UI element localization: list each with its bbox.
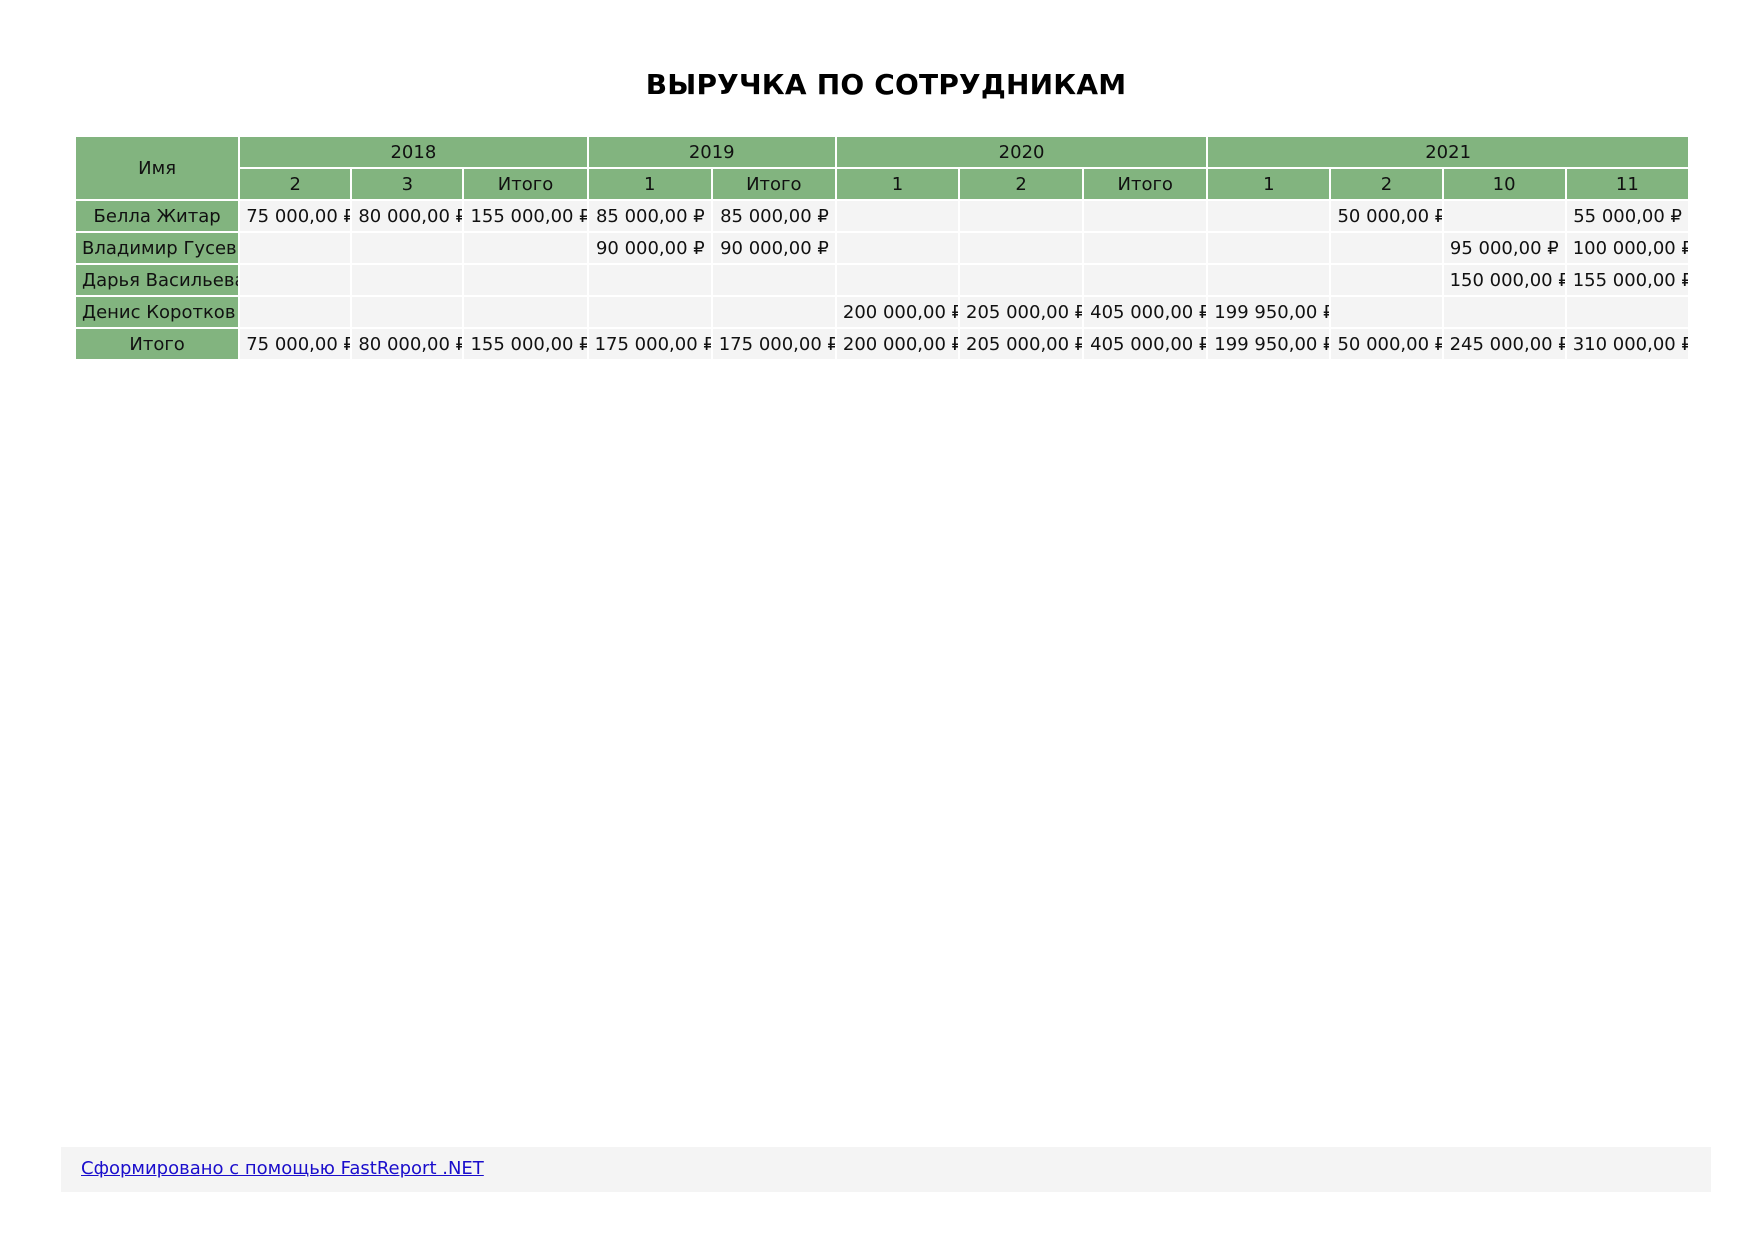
- value-cell: [464, 297, 587, 327]
- total-cell: 80 000,00 ₽: [352, 329, 463, 359]
- total-cell: 50 000,00 ₽: [1331, 329, 1442, 359]
- total-cell: 405 000,00 ₽: [1084, 329, 1207, 359]
- total-cell: 205 000,00 ₽: [960, 329, 1083, 359]
- value-cell: [712, 265, 835, 295]
- value-cell: [1331, 233, 1442, 263]
- report-title: ВЫРУЧКА ПО СОТРУДНИКАМ: [645, 68, 1127, 101]
- sub-header: Итого: [712, 169, 835, 199]
- value-cell: [1331, 297, 1442, 327]
- footer-bar: Сформировано с помощью FastReport .NET: [61, 1147, 1711, 1192]
- revenue-table: Имя 2018 2019 2020 2021 2 3 Итого 1 Итог…: [74, 135, 1690, 361]
- total-cell: 75 000,00 ₽: [240, 329, 351, 359]
- sub-header: 3: [352, 169, 463, 199]
- name-column-header: Имя: [76, 137, 239, 199]
- value-cell: 90 000,00 ₽: [588, 233, 711, 263]
- value-cell: 150 000,00 ₽: [1443, 265, 1565, 295]
- year-header-row: Имя 2018 2019 2020 2021: [76, 137, 1688, 199]
- sub-header: 2: [1331, 169, 1442, 199]
- year-header-2020: 2020: [836, 137, 1207, 167]
- employee-name: Владимир Гусев: [76, 233, 239, 263]
- value-cell: 155 000,00 ₽: [464, 201, 587, 231]
- sub-header: 1: [836, 169, 959, 199]
- value-cell: 205 000,00 ₽: [960, 297, 1083, 327]
- total-cell: 245 000,00 ₽: [1443, 329, 1565, 359]
- value-cell: [836, 201, 959, 231]
- value-cell: [1566, 297, 1688, 327]
- year-header-2019: 2019: [588, 137, 835, 167]
- value-cell: [240, 265, 351, 295]
- value-cell: [1084, 233, 1207, 263]
- value-cell: 55 000,00 ₽: [1566, 201, 1688, 231]
- value-cell: [352, 265, 463, 295]
- value-cell: [1084, 201, 1207, 231]
- employee-name: Денис Коротков: [76, 297, 239, 327]
- value-cell: [240, 297, 351, 327]
- value-cell: [588, 297, 711, 327]
- value-cell: 405 000,00 ₽: [1084, 297, 1207, 327]
- sub-header: Итого: [464, 169, 587, 199]
- total-label: Итого: [76, 329, 239, 359]
- table-row: Денис Коротков 200 000,00 ₽ 205 000,00 ₽…: [76, 297, 1688, 327]
- value-cell: [1443, 201, 1565, 231]
- value-cell: [464, 265, 587, 295]
- value-cell: [1208, 265, 1330, 295]
- value-cell: [1208, 201, 1330, 231]
- value-cell: [352, 297, 463, 327]
- sub-header: 2: [240, 169, 351, 199]
- sub-header: 2: [960, 169, 1083, 199]
- value-cell: 50 000,00 ₽: [1331, 201, 1442, 231]
- fastreport-link[interactable]: Сформировано с помощью FastReport .NET: [81, 1158, 484, 1179]
- value-cell: 80 000,00 ₽: [352, 201, 463, 231]
- month-header-row: 2 3 Итого 1 Итого 1 2 Итого 1 2 10 11: [76, 169, 1688, 199]
- value-cell: [960, 201, 1083, 231]
- value-cell: [960, 233, 1083, 263]
- total-cell: 310 000,00 ₽: [1566, 329, 1688, 359]
- value-cell: [1084, 265, 1207, 295]
- value-cell: 90 000,00 ₽: [712, 233, 835, 263]
- employee-name: Дарья Васильева: [76, 265, 239, 295]
- value-cell: [836, 265, 959, 295]
- value-cell: [712, 297, 835, 327]
- value-cell: 95 000,00 ₽: [1443, 233, 1565, 263]
- value-cell: [960, 265, 1083, 295]
- value-cell: 85 000,00 ₽: [712, 201, 835, 231]
- total-row: Итого 75 000,00 ₽ 80 000,00 ₽ 155 000,00…: [76, 329, 1688, 359]
- value-cell: 200 000,00 ₽: [836, 297, 959, 327]
- year-header-2018: 2018: [240, 137, 587, 167]
- sub-header: 1: [588, 169, 711, 199]
- value-cell: [1331, 265, 1442, 295]
- table-row: Владимир Гусев 90 000,00 ₽ 90 000,00 ₽ 9…: [76, 233, 1688, 263]
- sub-header: Итого: [1084, 169, 1207, 199]
- year-header-2021: 2021: [1208, 137, 1688, 167]
- table-row: Дарья Васильева 150 000,00 ₽ 155 000,00 …: [76, 265, 1688, 295]
- sub-header: 11: [1566, 169, 1688, 199]
- value-cell: 75 000,00 ₽: [240, 201, 351, 231]
- value-cell: [352, 233, 463, 263]
- value-cell: 85 000,00 ₽: [588, 201, 711, 231]
- total-cell: 155 000,00 ₽: [464, 329, 587, 359]
- value-cell: [1443, 297, 1565, 327]
- total-cell: 200 000,00 ₽: [836, 329, 959, 359]
- value-cell: 199 950,00 ₽: [1208, 297, 1330, 327]
- value-cell: [464, 233, 587, 263]
- value-cell: [240, 233, 351, 263]
- total-cell: 175 000,00 ₽: [712, 329, 835, 359]
- value-cell: 100 000,00 ₽: [1566, 233, 1688, 263]
- value-cell: [836, 233, 959, 263]
- employee-name: Белла Житар: [76, 201, 239, 231]
- total-cell: 175 000,00 ₽: [588, 329, 711, 359]
- value-cell: 155 000,00 ₽: [1566, 265, 1688, 295]
- table-row: Белла Житар 75 000,00 ₽ 80 000,00 ₽ 155 …: [76, 201, 1688, 231]
- total-cell: 199 950,00 ₽: [1208, 329, 1330, 359]
- sub-header: 1: [1208, 169, 1330, 199]
- value-cell: [588, 265, 711, 295]
- sub-header: 10: [1443, 169, 1565, 199]
- value-cell: [1208, 233, 1330, 263]
